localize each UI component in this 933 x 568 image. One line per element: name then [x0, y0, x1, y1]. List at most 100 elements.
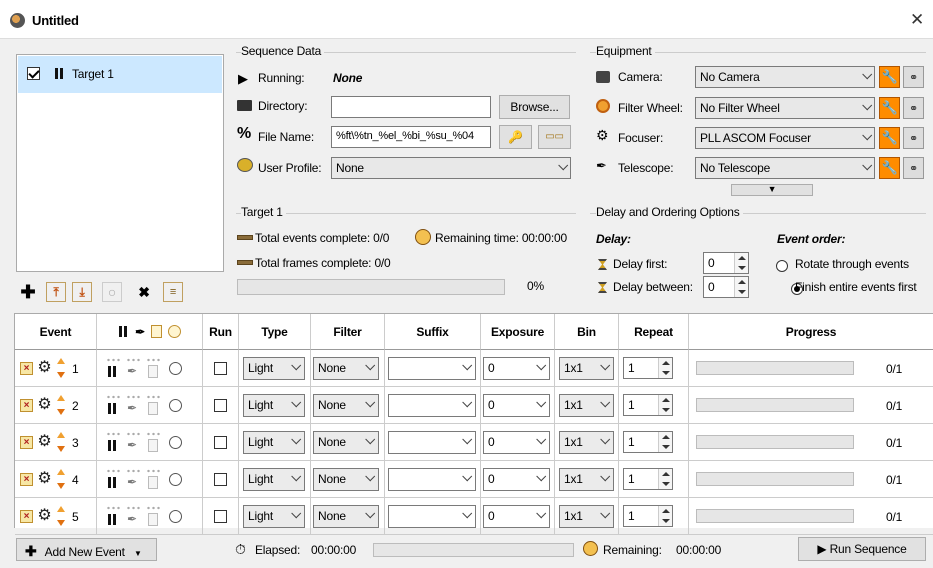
repeat-spinner[interactable]: 1: [623, 505, 673, 527]
target-checkbox[interactable]: [27, 67, 40, 80]
camera-select[interactable]: No Camera: [695, 66, 875, 88]
suffix-select[interactable]: [388, 357, 476, 380]
focuser-settings-icon[interactable]: 🔧: [879, 127, 900, 149]
tokens-icon[interactable]: ▭▭: [538, 125, 571, 149]
delete-target-icon[interactable]: ✖: [134, 282, 154, 302]
pause-icon[interactable]: [107, 477, 118, 488]
gear-icon[interactable]: ⚙: [37, 471, 52, 487]
gear-icon[interactable]: ⚙: [37, 397, 52, 413]
reset-icon[interactable]: ≡: [163, 282, 183, 302]
close-icon[interactable]: ✕: [910, 10, 924, 30]
target-list[interactable]: Target 1: [16, 54, 224, 272]
comment-icon[interactable]: [169, 436, 182, 449]
expand-equipment-button[interactable]: ▼: [731, 184, 813, 196]
filename-input[interactable]: %ft\%tn_%el_%bi_%su_%04: [331, 126, 491, 148]
delete-event-icon[interactable]: ×: [20, 399, 33, 412]
pen-icon[interactable]: ✒: [127, 512, 137, 526]
spinner-arrows-icon[interactable]: [658, 395, 672, 415]
repeat-spinner[interactable]: 1: [623, 357, 673, 379]
script-icon[interactable]: [148, 402, 158, 415]
delete-event-icon[interactable]: ×: [20, 436, 33, 449]
add-target-icon[interactable]: ✚: [18, 282, 38, 302]
comment-icon[interactable]: [169, 399, 182, 412]
move-updown-icon[interactable]: [56, 432, 66, 452]
delete-event-icon[interactable]: ×: [20, 362, 33, 375]
exposure-select[interactable]: 0: [483, 505, 550, 528]
exposure-select[interactable]: 0: [483, 468, 550, 491]
repeat-spinner[interactable]: 1: [623, 431, 673, 453]
spinner-arrows-icon[interactable]: [734, 253, 748, 273]
move-updown-icon[interactable]: [56, 395, 66, 415]
bin-select[interactable]: 1x1: [559, 394, 614, 417]
pen-icon[interactable]: ✒: [127, 475, 137, 489]
filter-select[interactable]: None: [313, 394, 379, 417]
camera-settings-icon[interactable]: 🔧: [879, 66, 900, 88]
directory-input[interactable]: [331, 96, 491, 118]
pen-icon[interactable]: ✒: [127, 401, 137, 415]
pause-icon[interactable]: [107, 440, 118, 451]
suffix-select[interactable]: [388, 505, 476, 528]
pause-icon[interactable]: [107, 366, 118, 377]
filterwheel-settings-icon[interactable]: 🔧: [879, 97, 900, 119]
move-top-icon[interactable]: ⤒: [46, 282, 66, 302]
script-icon[interactable]: [148, 365, 158, 378]
filter-select[interactable]: None: [313, 357, 379, 380]
spinner-arrows-icon[interactable]: [658, 469, 672, 489]
run-checkbox[interactable]: [214, 510, 227, 523]
bin-select[interactable]: 1x1: [559, 357, 614, 380]
comment-icon[interactable]: [169, 362, 182, 375]
delete-event-icon[interactable]: ×: [20, 510, 33, 523]
spinner-arrows-icon[interactable]: [658, 506, 672, 526]
type-select[interactable]: Light: [243, 357, 305, 380]
spinner-arrows-icon[interactable]: [658, 358, 672, 378]
pause-icon[interactable]: [107, 403, 118, 414]
circle-icon[interactable]: ○: [102, 282, 122, 302]
move-updown-icon[interactable]: [56, 469, 66, 489]
add-event-button[interactable]: ✚ Add New Event ▼: [16, 538, 157, 561]
exposure-select[interactable]: 0: [483, 357, 550, 380]
telescope-select[interactable]: No Telescope: [695, 157, 875, 179]
telescope-connect-icon[interactable]: ⚭: [903, 157, 924, 179]
script-icon[interactable]: [148, 476, 158, 489]
script-icon[interactable]: [148, 513, 158, 526]
browse-button[interactable]: Browse...: [499, 95, 570, 119]
focuser-select[interactable]: PLL ASCOM Focuser: [695, 127, 875, 149]
filter-select[interactable]: None: [313, 431, 379, 454]
bin-select[interactable]: 1x1: [559, 468, 614, 491]
bin-select[interactable]: 1x1: [559, 505, 614, 528]
script-icon[interactable]: [148, 439, 158, 452]
rotate-label[interactable]: Rotate through events: [795, 257, 909, 271]
delay-first-spinner[interactable]: 0: [703, 252, 749, 274]
run-checkbox[interactable]: [214, 362, 227, 375]
spinner-arrows-icon[interactable]: [734, 277, 748, 297]
pen-icon[interactable]: ✒: [127, 438, 137, 452]
focuser-connect-icon[interactable]: ⚭: [903, 127, 924, 149]
profile-select[interactable]: None: [331, 157, 571, 179]
move-updown-icon[interactable]: [56, 358, 66, 378]
type-select[interactable]: Light: [243, 394, 305, 417]
spinner-arrows-icon[interactable]: [658, 432, 672, 452]
run-checkbox[interactable]: [214, 436, 227, 449]
move-bottom-icon[interactable]: ⤓: [72, 282, 92, 302]
delay-between-spinner[interactable]: 0: [703, 276, 749, 298]
exposure-select[interactable]: 0: [483, 394, 550, 417]
move-updown-icon[interactable]: [56, 506, 66, 526]
suffix-select[interactable]: [388, 431, 476, 454]
exposure-select[interactable]: 0: [483, 431, 550, 454]
bin-select[interactable]: 1x1: [559, 431, 614, 454]
gear-icon[interactable]: ⚙: [37, 508, 52, 524]
gear-icon[interactable]: ⚙: [37, 434, 52, 450]
key-icon[interactable]: 🔑: [499, 125, 532, 149]
type-select[interactable]: Light: [243, 468, 305, 491]
telescope-settings-icon[interactable]: 🔧: [879, 157, 900, 179]
comment-icon[interactable]: [169, 510, 182, 523]
repeat-spinner[interactable]: 1: [623, 468, 673, 490]
comment-icon[interactable]: [169, 473, 182, 486]
filterwheel-select[interactable]: No Filter Wheel: [695, 97, 875, 119]
delete-event-icon[interactable]: ×: [20, 473, 33, 486]
filename-label[interactable]: File Name:: [258, 130, 314, 144]
rotate-radio[interactable]: [776, 259, 788, 272]
pen-icon[interactable]: ✒: [127, 364, 137, 378]
pause-icon[interactable]: [107, 514, 118, 525]
target-list-item[interactable]: Target 1: [18, 56, 222, 93]
